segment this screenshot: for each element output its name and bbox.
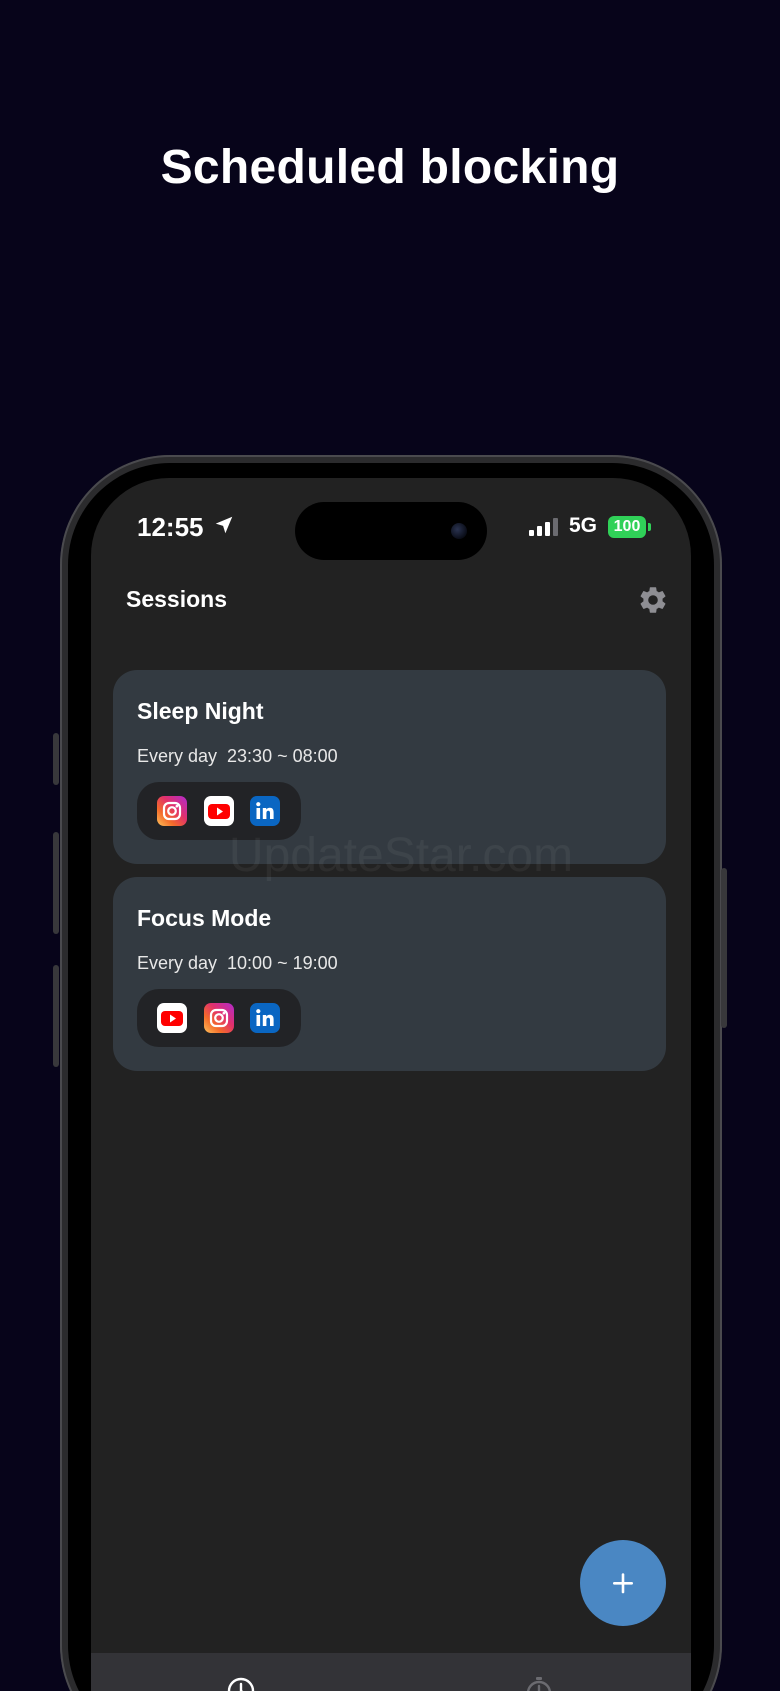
youtube-icon xyxy=(157,1003,187,1033)
promo-stage: Scheduled blocking 12:55 5G 100 Sessions xyxy=(0,0,780,1691)
youtube-icon xyxy=(204,796,234,826)
linkedin-icon xyxy=(250,796,280,826)
phone-screen: 12:55 5G 100 Sessions Sleep Night Every … xyxy=(91,478,691,1691)
clock-icon[interactable] xyxy=(225,1675,257,1691)
blocked-apps xyxy=(137,989,301,1047)
location-arrow-icon xyxy=(215,516,233,534)
action-button xyxy=(53,733,59,785)
cellular-signal-icon xyxy=(529,518,558,536)
session-title: Sleep Night xyxy=(137,698,264,724)
tab-bar xyxy=(91,1653,691,1691)
session-card-focus-mode[interactable]: Focus Mode Every day 10:00 ~ 19:00 xyxy=(113,877,666,1071)
battery-indicator: 100 xyxy=(608,516,646,538)
plus-icon xyxy=(613,1573,633,1594)
session-title: Focus Mode xyxy=(137,905,272,931)
power-button xyxy=(721,868,727,1028)
camera-icon xyxy=(451,523,467,539)
add-session-button[interactable] xyxy=(580,1540,666,1626)
network-type: 5G xyxy=(569,514,598,537)
instagram-icon xyxy=(204,1003,234,1033)
linkedin-icon xyxy=(250,1003,280,1033)
session-schedule: Every day 23:30 ~ 08:00 xyxy=(137,746,338,766)
session-schedule: Every day 10:00 ~ 19:00 xyxy=(137,953,338,973)
instagram-icon xyxy=(157,796,187,826)
volume-up-button xyxy=(53,832,59,934)
battery-tip xyxy=(648,523,651,531)
status-time: 12:55 xyxy=(137,512,204,542)
stopwatch-icon[interactable] xyxy=(523,1675,555,1691)
volume-down-button xyxy=(53,965,59,1067)
promo-headline: Scheduled blocking xyxy=(160,141,620,194)
gear-icon[interactable] xyxy=(637,584,669,616)
blocked-apps xyxy=(137,782,301,840)
session-card-sleep-night[interactable]: Sleep Night Every day 23:30 ~ 08:00 xyxy=(113,670,666,864)
page-title: Sessions xyxy=(126,586,227,612)
dynamic-island xyxy=(295,502,487,560)
